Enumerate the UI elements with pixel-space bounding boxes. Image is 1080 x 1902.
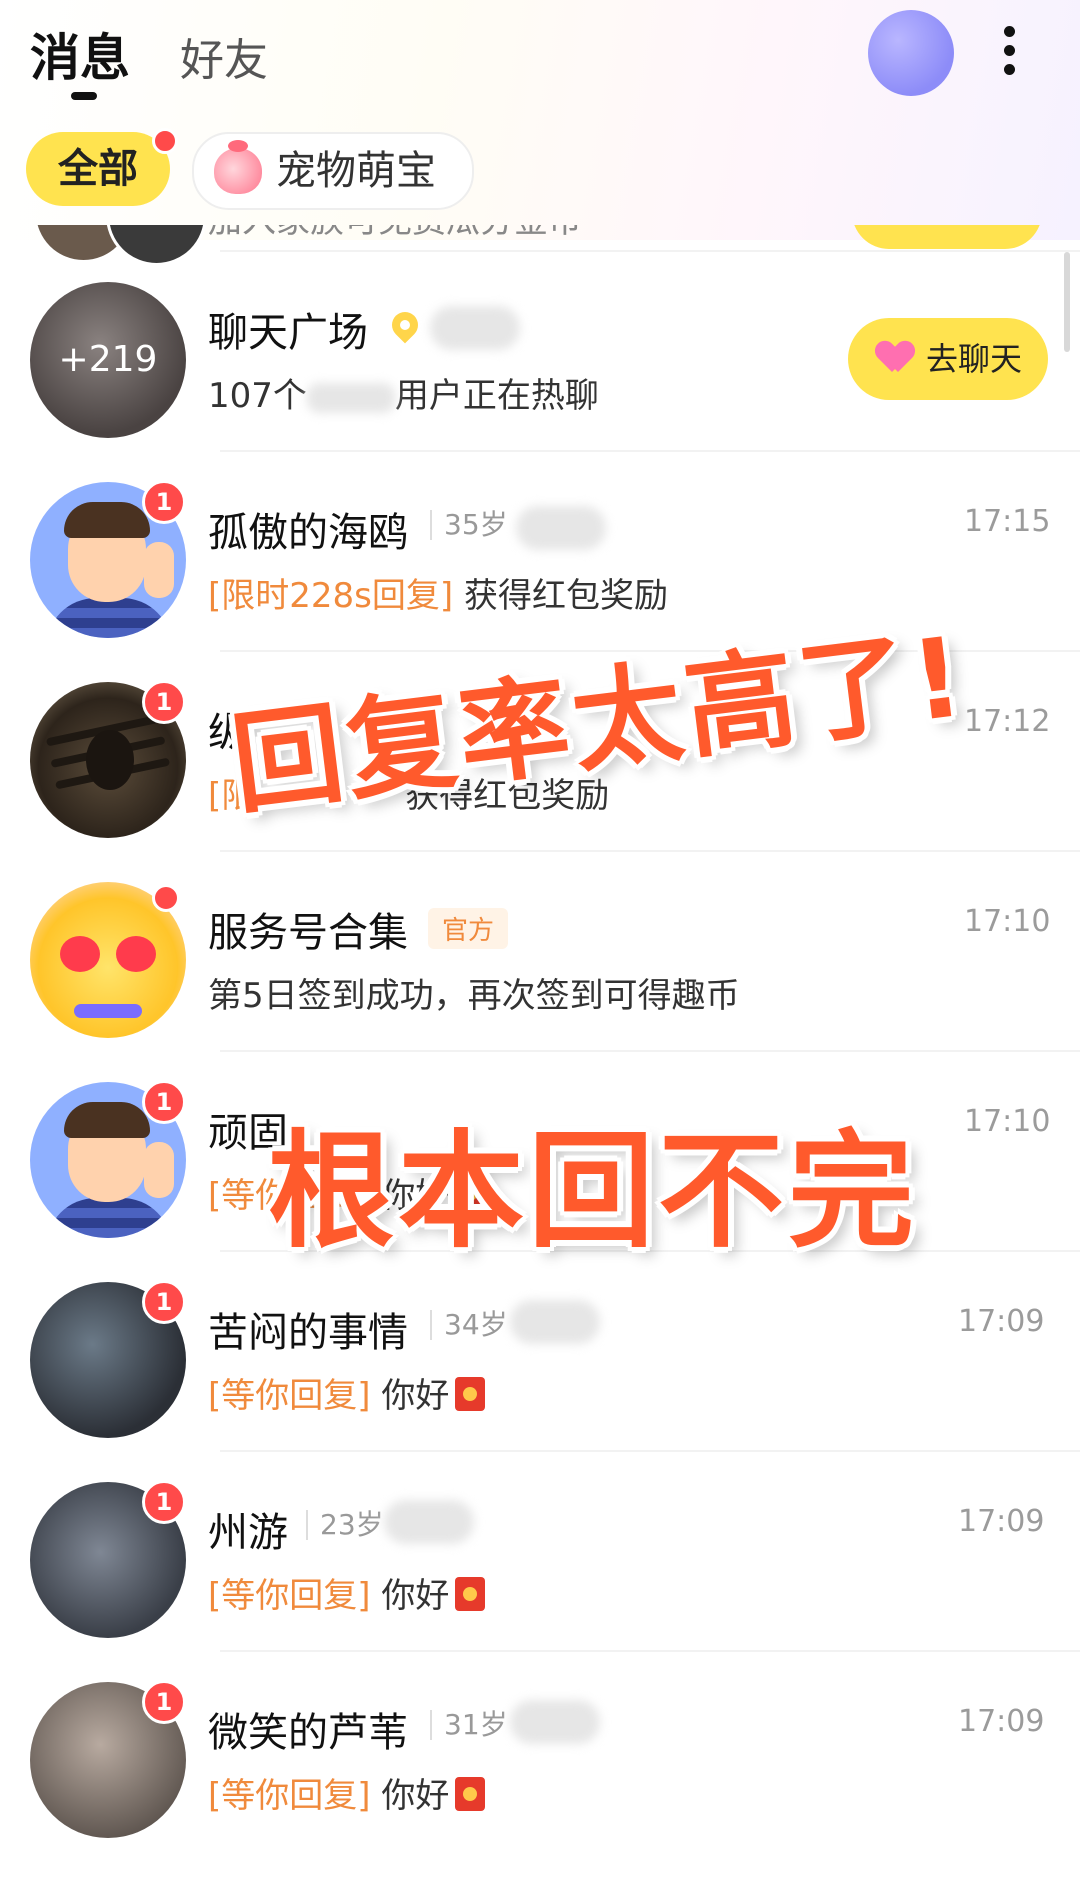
filter-chip-all[interactable]: 全部: [26, 132, 170, 206]
chat-plaza-row[interactable]: +219 聊天广场 107个 用户正在热聊 去聊天: [0, 250, 1080, 450]
message-preview: [等你回复] 你好: [208, 1368, 486, 1417]
family-row-button[interactable]: [852, 225, 1042, 249]
blurred-city: [306, 382, 395, 413]
message-preview: [限时228s回复] 获得红包奖励: [208, 568, 668, 617]
go-chat-label: 去聊天: [926, 340, 1023, 378]
red-packet-icon: [455, 1777, 486, 1811]
unread-badge: 1: [142, 1480, 186, 1524]
contact-name: 州游: [208, 1510, 288, 1556]
message-time: 17:09: [958, 1504, 1045, 1539]
profile-avatar[interactable]: [868, 10, 954, 96]
message-text: 你好: [381, 1576, 450, 1616]
conversation-row[interactable]: 1 州游 23岁 17:09 [等你回复] 你好: [0, 1450, 1080, 1650]
message-time: 17:10: [964, 1104, 1051, 1139]
filter-chip-pets-label: 宠物萌宝: [276, 148, 436, 194]
contact-age: 31岁: [430, 1710, 508, 1740]
row-divider: [220, 450, 1080, 452]
location-pin-icon: [386, 306, 424, 344]
contact-name: 服务号合集: [208, 910, 408, 956]
conversation-row[interactable]: 服务号合集 官方 17:10 第5日签到成功，再次签到可得趣币: [0, 850, 1080, 1050]
heart-icon: [878, 342, 912, 374]
unread-badge: 1: [142, 480, 186, 524]
filter-unread-dot: [152, 128, 178, 154]
row-divider: [220, 1450, 1080, 1452]
tab-messages[interactable]: 消息: [30, 18, 130, 90]
red-packet-icon: [455, 1377, 486, 1411]
reply-tag: [等你回复]: [208, 1776, 371, 1816]
plaza-name: 聊天广场: [208, 310, 368, 356]
row-divider: [220, 1650, 1080, 1652]
conversation-row[interactable]: 1 微笑的芦苇 31岁 17:09 [等你回复] 你好: [0, 1650, 1080, 1850]
row-divider: [220, 250, 1080, 252]
message-time: 17:09: [958, 1304, 1045, 1339]
go-chat-button[interactable]: 去聊天: [848, 318, 1048, 400]
contact-age: 23岁: [306, 1510, 384, 1540]
official-badge: 官方: [428, 908, 509, 949]
unread-badge: 1: [142, 1680, 186, 1724]
unread-badge: 1: [142, 1280, 186, 1324]
row-divider: [220, 850, 1080, 852]
blurred-location: [516, 506, 606, 550]
contact-age: 35岁: [430, 510, 508, 540]
message-time: 17:15: [964, 504, 1051, 539]
contact-name: 微笑的芦苇: [208, 1710, 408, 1756]
message-time: 17:10: [964, 904, 1051, 939]
unread-badge: 1: [142, 680, 186, 724]
tab-friends[interactable]: 好友: [180, 24, 268, 88]
message-text: 第5日签到成功，再次签到可得趣币: [208, 976, 740, 1016]
unread-badge: 1: [142, 1080, 186, 1124]
contact-name: 孤傲的海鸥: [208, 510, 408, 556]
blurred-location: [430, 306, 520, 350]
blurred-location: [510, 1300, 600, 1344]
reply-tag: [等你回复]: [208, 1576, 371, 1616]
family-row-subtitle: 加入家族可免费瓜分金币: [208, 225, 582, 242]
message-text: 获得红包奖励: [463, 576, 668, 616]
more-options-icon[interactable]: [1000, 26, 1018, 80]
message-preview: [等你回复] 你好: [208, 1568, 486, 1617]
plaza-subtitle-prefix: 107个: [208, 376, 307, 416]
conversation-list[interactable]: 加入家族可免费瓜分金币 +219 聊天广场 107个 用户正在热聊 去聊天 1 孤…: [0, 225, 1080, 1902]
row-divider: [220, 1050, 1080, 1052]
filter-chip-pets[interactable]: 宠物萌宝: [192, 132, 474, 210]
active-tab-indicator: [71, 92, 97, 100]
blurred-location: [510, 1700, 600, 1744]
plaza-member-count: +219: [58, 339, 158, 380]
plaza-avatar: +219: [30, 282, 186, 438]
contact-name: 苦闷的事情: [208, 1310, 408, 1356]
message-preview: [等你回复] 你好: [208, 1768, 486, 1817]
reply-tag: [等你回复]: [208, 1376, 371, 1416]
message-time: 17:12: [964, 704, 1051, 739]
contact-age: 34岁: [430, 1310, 508, 1340]
message-text: 你好: [381, 1776, 450, 1816]
overlay-caption-2: 根本回不完: [268, 1118, 918, 1265]
message-text: 你好: [381, 1376, 450, 1416]
red-packet-icon: [455, 1577, 486, 1611]
plaza-subtitle: 107个 用户正在热聊: [208, 368, 599, 417]
reply-tag: [限时228s回复]: [208, 576, 454, 616]
peach-mascot-icon: [214, 140, 262, 194]
blurred-location: [384, 1500, 474, 1544]
message-time: 17:09: [958, 1704, 1045, 1739]
scrollbar[interactable]: [1064, 252, 1070, 352]
plaza-subtitle-suffix: 用户正在热聊: [394, 376, 599, 416]
message-preview: 第5日签到成功，再次签到可得趣币: [208, 968, 740, 1017]
unread-dot: [152, 884, 180, 912]
conversation-row[interactable]: 1 苦闷的事情 34岁 17:09 [等你回复] 你好: [0, 1250, 1080, 1450]
